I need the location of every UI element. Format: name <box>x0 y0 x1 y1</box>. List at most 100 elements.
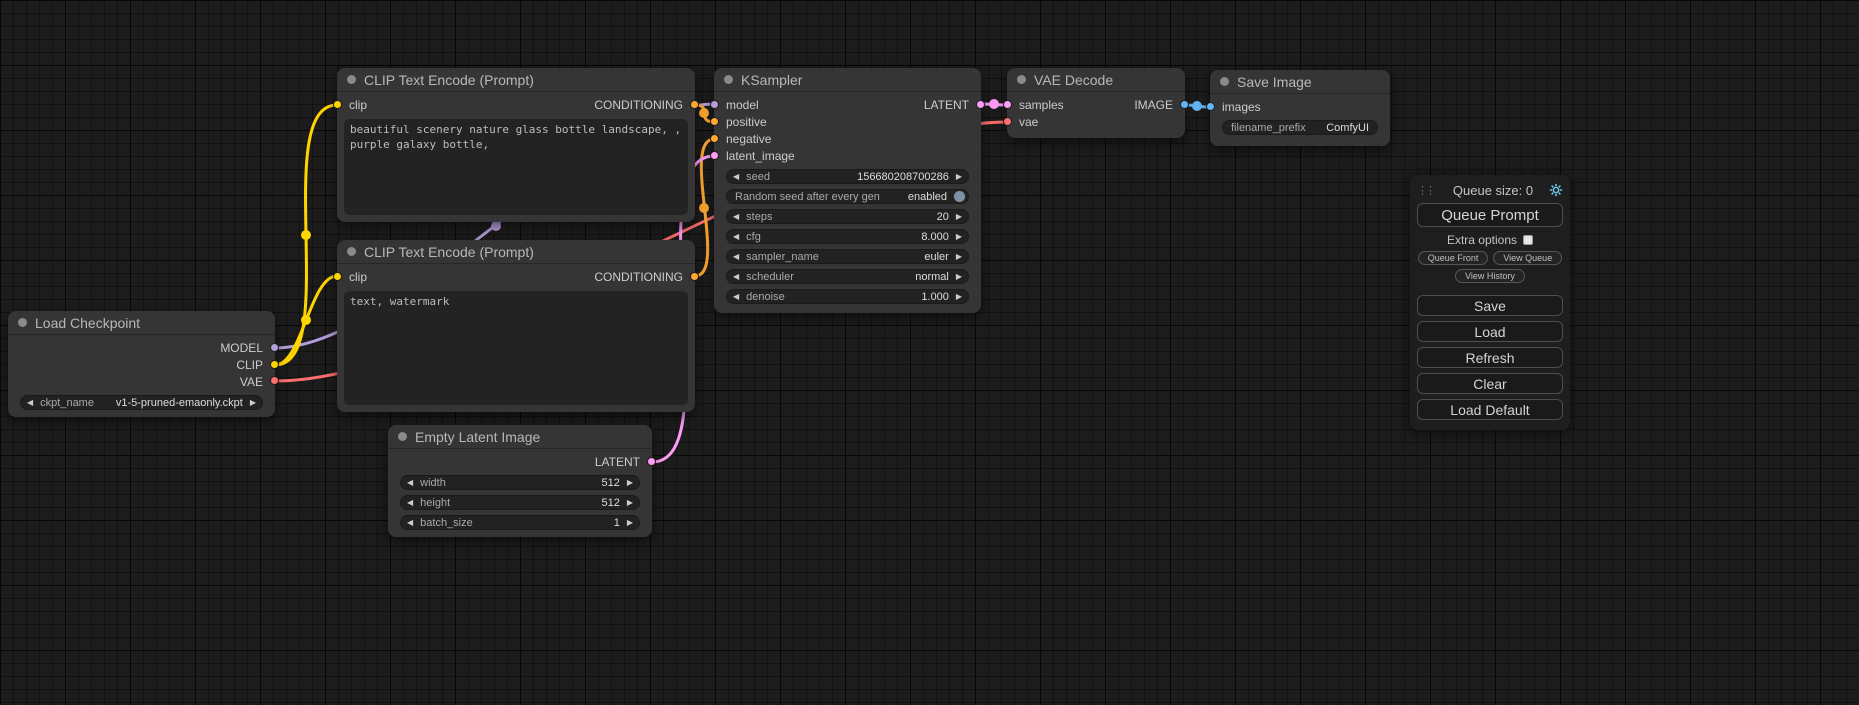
node-clip-text-encode-negative[interactable]: CLIP Text Encode (Prompt) clip CONDITION… <box>337 240 695 412</box>
decrement-arrow-icon[interactable]: ◀ <box>733 173 739 181</box>
node-clip-text-encode-positive[interactable]: CLIP Text Encode (Prompt) clip CONDITION… <box>337 68 695 222</box>
collapse-dot-icon[interactable] <box>347 75 356 84</box>
widget-label: batch_size <box>420 517 473 529</box>
next-value-arrow-icon[interactable]: ▶ <box>956 273 962 281</box>
node-title-bar[interactable]: Empty Latent Image <box>388 425 652 449</box>
queue-prompt-button[interactable]: Queue Prompt <box>1417 203 1563 227</box>
increment-arrow-icon[interactable]: ▶ <box>956 233 962 241</box>
vae-input-port[interactable] <box>1003 117 1012 126</box>
load-button[interactable]: Load <box>1417 321 1563 342</box>
decrement-arrow-icon[interactable]: ◀ <box>407 499 413 507</box>
model-output-row: MODEL <box>8 339 275 356</box>
load-default-button[interactable]: Load Default <box>1417 399 1563 420</box>
images-input-port[interactable] <box>1206 102 1215 111</box>
filename-prefix-widget[interactable]: filename_prefix ComfyUI <box>1222 120 1378 135</box>
node-graph-canvas[interactable]: Load Checkpoint MODEL CLIP VAE ◀ ckpt_na… <box>0 0 1859 705</box>
decrement-arrow-icon[interactable]: ◀ <box>733 233 739 241</box>
next-value-arrow-icon[interactable]: ▶ <box>250 399 256 407</box>
increment-arrow-icon[interactable]: ▶ <box>956 213 962 221</box>
increment-arrow-icon[interactable]: ▶ <box>627 499 633 507</box>
image-output-port[interactable] <box>1180 100 1189 109</box>
seed-widget[interactable]: ◀ seed 156680208700286 ▶ <box>726 169 969 184</box>
node-title-bar[interactable]: CLIP Text Encode (Prompt) <box>337 68 695 92</box>
refresh-button[interactable]: Refresh <box>1417 347 1563 368</box>
node-vae-decode[interactable]: VAE Decode samples IMAGE vae <box>1007 68 1185 138</box>
port-label: MODEL <box>220 341 263 355</box>
drag-handle-icon[interactable]: ⋮⋮ <box>1417 184 1437 197</box>
clip-input-port[interactable] <box>333 272 342 281</box>
latent-output-port[interactable] <box>647 457 656 466</box>
widget-label: height <box>420 497 450 509</box>
increment-arrow-icon[interactable]: ▶ <box>956 293 962 301</box>
batch-size-widget[interactable]: ◀ batch_size 1 ▶ <box>400 515 640 530</box>
increment-arrow-icon[interactable]: ▶ <box>627 519 633 527</box>
wire-midpoint-dot <box>699 108 709 118</box>
queue-panel: ⋮⋮ Queue size: 0 Queue Prompt Extra opti… <box>1410 175 1570 430</box>
prev-value-arrow-icon[interactable]: ◀ <box>733 253 739 261</box>
node-ksampler[interactable]: KSampler model LATENT positive negative … <box>714 68 981 313</box>
width-widget[interactable]: ◀ width 512 ▶ <box>400 475 640 490</box>
model-input-port[interactable] <box>710 100 719 109</box>
height-widget[interactable]: ◀ height 512 ▶ <box>400 495 640 510</box>
collapse-dot-icon[interactable] <box>398 432 407 441</box>
widget-label: denoise <box>746 291 785 303</box>
save-button[interactable]: Save <box>1417 295 1563 316</box>
model-output-port[interactable] <box>270 343 279 352</box>
ckpt-name-widget[interactable]: ◀ ckpt_name v1-5-pruned-emaonly.ckpt ▶ <box>20 395 263 410</box>
wire-midpoint-dot <box>1192 101 1202 111</box>
settings-gear-icon[interactable] <box>1549 183 1563 197</box>
negative-prompt-textarea[interactable]: text, watermark <box>344 291 688 405</box>
widget-value: 156680208700286 <box>857 171 949 183</box>
scheduler-widget[interactable]: ◀ scheduler normal ▶ <box>726 269 969 284</box>
increment-arrow-icon[interactable]: ▶ <box>956 173 962 181</box>
clip-input-port[interactable] <box>333 100 342 109</box>
node-title-bar[interactable]: Save Image <box>1210 70 1390 94</box>
widget-value: enabled <box>908 191 947 203</box>
decrement-arrow-icon[interactable]: ◀ <box>407 519 413 527</box>
conditioning-output-port[interactable] <box>690 100 699 109</box>
samples-input-port[interactable] <box>1003 100 1012 109</box>
decrement-arrow-icon[interactable]: ◀ <box>407 479 413 487</box>
port-label: LATENT <box>924 98 969 112</box>
widget-value: 8.000 <box>921 231 949 243</box>
node-save-image[interactable]: Save Image images filename_prefix ComfyU… <box>1210 70 1390 146</box>
clip-output-port[interactable] <box>270 360 279 369</box>
positive-input-row: positive <box>714 113 981 130</box>
decrement-arrow-icon[interactable]: ◀ <box>733 293 739 301</box>
collapse-dot-icon[interactable] <box>1220 77 1229 86</box>
denoise-widget[interactable]: ◀ denoise 1.000 ▶ <box>726 289 969 304</box>
vae-output-port[interactable] <box>270 376 279 385</box>
sampler-name-widget[interactable]: ◀ sampler_name euler ▶ <box>726 249 969 264</box>
increment-arrow-icon[interactable]: ▶ <box>627 479 633 487</box>
latent-output-port[interactable] <box>976 100 985 109</box>
random-seed-widget[interactable]: Random seed after every gen enabled <box>726 189 969 204</box>
view-history-button[interactable]: View History <box>1455 269 1525 283</box>
prev-value-arrow-icon[interactable]: ◀ <box>733 273 739 281</box>
negative-input-port[interactable] <box>710 134 719 143</box>
collapse-dot-icon[interactable] <box>347 247 356 256</box>
positive-prompt-textarea[interactable]: beautiful scenery nature glass bottle la… <box>344 119 688 215</box>
clear-button[interactable]: Clear <box>1417 373 1563 394</box>
conditioning-output-port[interactable] <box>690 272 699 281</box>
queue-front-button[interactable]: Queue Front <box>1418 251 1489 265</box>
queue-size-label: Queue size: 0 <box>1437 183 1549 198</box>
decrement-arrow-icon[interactable]: ◀ <box>733 213 739 221</box>
collapse-dot-icon[interactable] <box>1017 75 1026 84</box>
node-title-bar[interactable]: VAE Decode <box>1007 68 1185 92</box>
extra-options-checkbox[interactable] <box>1523 235 1533 245</box>
next-value-arrow-icon[interactable]: ▶ <box>956 253 962 261</box>
collapse-dot-icon[interactable] <box>724 75 733 84</box>
node-title-bar[interactable]: CLIP Text Encode (Prompt) <box>337 240 695 264</box>
cfg-widget[interactable]: ◀ cfg 8.000 ▶ <box>726 229 969 244</box>
steps-widget[interactable]: ◀ steps 20 ▶ <box>726 209 969 224</box>
collapse-dot-icon[interactable] <box>18 318 27 327</box>
view-queue-button[interactable]: View Queue <box>1493 251 1562 265</box>
prev-value-arrow-icon[interactable]: ◀ <box>27 399 33 407</box>
node-empty-latent-image[interactable]: Empty Latent Image LATENT ◀ width 512 ▶ … <box>388 425 652 537</box>
node-load-checkpoint[interactable]: Load Checkpoint MODEL CLIP VAE ◀ ckpt_na… <box>8 311 275 417</box>
node-title-bar[interactable]: KSampler <box>714 68 981 92</box>
random-seed-toggle[interactable] <box>953 190 966 203</box>
latent-image-input-port[interactable] <box>710 151 719 160</box>
positive-input-port[interactable] <box>710 117 719 126</box>
node-title-bar[interactable]: Load Checkpoint <box>8 311 275 335</box>
